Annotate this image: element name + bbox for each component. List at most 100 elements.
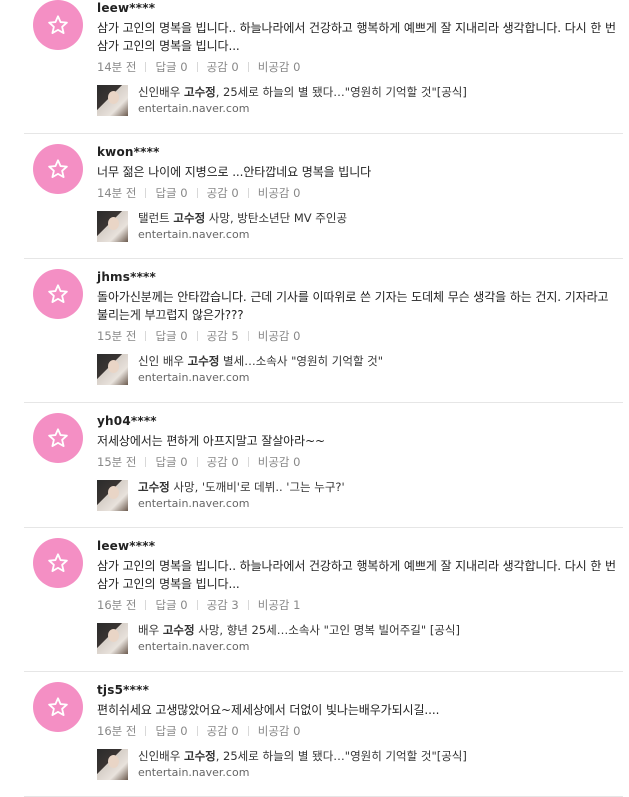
- dislike-button[interactable]: 비공감 0: [258, 186, 301, 200]
- reply-button[interactable]: 답글 0: [155, 724, 187, 738]
- article-title[interactable]: 신인 배우 고수정 별세…소속사 "영원히 기억할 것": [138, 354, 383, 369]
- comment-username[interactable]: yh04****: [97, 413, 619, 429]
- dislike-button[interactable]: 비공감 0: [258, 455, 301, 469]
- article-title-keyword: 고수정: [162, 623, 195, 637]
- divider: [145, 600, 147, 610]
- comment-username[interactable]: tjs5****: [97, 682, 619, 698]
- star-icon: [48, 284, 68, 303]
- star-icon: [48, 159, 68, 178]
- comment-time: 14분 전: [97, 60, 137, 74]
- divider: [196, 726, 198, 736]
- article-thumbnail[interactable]: [97, 623, 128, 654]
- comment-username[interactable]: leew****: [97, 0, 619, 16]
- comment-time: 14분 전: [97, 186, 137, 200]
- divider: [145, 62, 147, 72]
- divider: [247, 188, 249, 198]
- comment-item: jhms**** 돌아가신분께는 안타깝습니다. 근데 기사를 이따위로 쓴 기…: [24, 259, 623, 403]
- comment-username[interactable]: jhms****: [97, 269, 619, 285]
- avatar[interactable]: [33, 538, 83, 588]
- divider: [196, 331, 198, 341]
- article-title-keyword: 고수정: [183, 749, 216, 763]
- divider: [145, 457, 147, 467]
- comment-meta: 14분 전 답글 0 공감 0 비공감 0: [97, 59, 619, 75]
- avatar[interactable]: [33, 682, 83, 732]
- divider: [247, 600, 249, 610]
- divider: [196, 600, 198, 610]
- article-link[interactable]: 신인배우 고수정, 25세로 하늘의 별 됐다…"영원히 기억할 것"[공식] …: [97, 85, 619, 117]
- dislike-button[interactable]: 비공감 0: [258, 329, 301, 343]
- article-source: entertain.naver.com: [138, 497, 250, 510]
- article-title[interactable]: 배우 고수정 사망, 향년 25세…소속사 "고인 명복 빌어주길" [공식]: [138, 623, 460, 638]
- article-title-prefix: 신인배우: [138, 749, 184, 763]
- article-title[interactable]: 고수정 사망, '도깨비'로 데뷔.. '그는 누구?': [138, 480, 345, 495]
- dislike-button[interactable]: 비공감 1: [258, 598, 301, 612]
- reply-button[interactable]: 답글 0: [155, 60, 187, 74]
- dislike-button[interactable]: 비공감 0: [258, 60, 301, 74]
- divider: [247, 331, 249, 341]
- comment-item: tjs5**** 편히쉬세요 고생많았어요~제세상에서 더없이 빛나는배우가되시…: [24, 672, 623, 797]
- divider: [145, 726, 147, 736]
- like-button[interactable]: 공감 0: [207, 724, 239, 738]
- article-title-suffix: 사망, '도깨비'로 데뷔.. '그는 누구?': [169, 480, 345, 494]
- avatar[interactable]: [33, 413, 83, 463]
- comment-meta: 15분 전 답글 0 공감 5 비공감 0: [97, 328, 619, 344]
- like-button[interactable]: 공감 0: [207, 186, 239, 200]
- article-link[interactable]: 신인배우 고수정, 25세로 하늘의 별 됐다…"영원히 기억할 것"[공식] …: [97, 749, 619, 781]
- like-button[interactable]: 공감 0: [207, 455, 239, 469]
- comment-text: 저세상에서는 편하게 아프지말고 잘살아라~~: [97, 434, 325, 448]
- star-icon: [48, 15, 68, 34]
- star-icon: [48, 428, 68, 447]
- divider: [247, 62, 249, 72]
- article-title-keyword: 고수정: [187, 354, 220, 368]
- article-title[interactable]: 신인배우 고수정, 25세로 하늘의 별 됐다…"영원히 기억할 것"[공식]: [138, 85, 467, 100]
- comment-meta: 16분 전 답글 0 공감 0 비공감 0: [97, 723, 619, 739]
- like-button[interactable]: 공감 0: [207, 60, 239, 74]
- star-icon: [48, 697, 68, 716]
- article-source: entertain.naver.com: [138, 102, 250, 115]
- comment-item: leew**** 삼가 고인의 명복을 빕니다.. 하늘나라에서 건강하고 행복…: [24, 528, 623, 672]
- dislike-button[interactable]: 비공감 0: [258, 724, 301, 738]
- article-title-keyword: 고수정: [138, 480, 170, 494]
- article-thumbnail[interactable]: [97, 85, 128, 116]
- article-link[interactable]: 신인 배우 고수정 별세…소속사 "영원히 기억할 것" entertain.n…: [97, 354, 619, 386]
- article-source: entertain.naver.com: [138, 371, 250, 384]
- article-title-prefix: 신인배우: [138, 85, 184, 99]
- reply-button[interactable]: 답글 0: [155, 455, 187, 469]
- article-title-keyword: 고수정: [173, 211, 206, 225]
- avatar[interactable]: [33, 144, 83, 194]
- comment-username[interactable]: kwon****: [97, 144, 619, 160]
- article-link[interactable]: 탤런트 고수정 사망, 방탄소년단 MV 주인공 entertain.naver…: [97, 211, 619, 243]
- article-title-keyword: 고수정: [183, 85, 216, 99]
- like-button[interactable]: 공감 5: [207, 329, 239, 343]
- divider: [196, 188, 198, 198]
- article-title-suffix: , 25세로 하늘의 별 됐다…"영원히 기억할 것"[공식]: [215, 85, 467, 99]
- article-title-suffix: 사망, 향년 25세…소속사 "고인 명복 빌어주길" [공식]: [194, 623, 460, 637]
- divider: [145, 331, 147, 341]
- article-link[interactable]: 배우 고수정 사망, 향년 25세…소속사 "고인 명복 빌어주길" [공식] …: [97, 623, 619, 655]
- reply-button[interactable]: 답글 0: [155, 329, 187, 343]
- comment-item: leew**** 삼가 고인의 명복을 빕니다.. 하늘나라에서 건강하고 행복…: [24, 0, 623, 134]
- article-thumbnail[interactable]: [97, 354, 128, 385]
- article-thumbnail[interactable]: [97, 749, 128, 780]
- reply-button[interactable]: 답글 0: [155, 598, 187, 612]
- comment-time: 15분 전: [97, 455, 137, 469]
- avatar[interactable]: [33, 269, 83, 319]
- avatar[interactable]: [33, 0, 83, 50]
- comment-feed: leew**** 삼가 고인의 명복을 빕니다.. 하늘나라에서 건강하고 행복…: [0, 0, 629, 797]
- comment-item: kwon**** 너무 젊은 나이에 지병으로 ...안타깝네요 명복을 빕니다…: [24, 134, 623, 259]
- article-title[interactable]: 탤런트 고수정 사망, 방탄소년단 MV 주인공: [138, 211, 347, 226]
- divider: [196, 62, 198, 72]
- comment-meta: 16분 전 답글 0 공감 3 비공감 1: [97, 597, 619, 613]
- divider: [247, 457, 249, 467]
- comment-username[interactable]: leew****: [97, 538, 619, 554]
- article-thumbnail[interactable]: [97, 211, 128, 242]
- reply-button[interactable]: 답글 0: [155, 186, 187, 200]
- article-title-prefix: 탤런트: [138, 211, 174, 225]
- like-button[interactable]: 공감 3: [207, 598, 239, 612]
- article-title-suffix: , 25세로 하늘의 별 됐다…"영원히 기억할 것"[공식]: [215, 749, 467, 763]
- article-title[interactable]: 신인배우 고수정, 25세로 하늘의 별 됐다…"영원히 기억할 것"[공식]: [138, 749, 467, 764]
- article-thumbnail[interactable]: [97, 480, 128, 511]
- article-link[interactable]: 고수정 사망, '도깨비'로 데뷔.. '그는 누구?' entertain.n…: [97, 480, 619, 512]
- article-title-suffix: 사망, 방탄소년단 MV 주인공: [205, 211, 348, 225]
- comment-text: 삼가 고인의 명복을 빕니다.. 하늘나라에서 건강하고 행복하게 예쁘게 잘 …: [97, 559, 616, 591]
